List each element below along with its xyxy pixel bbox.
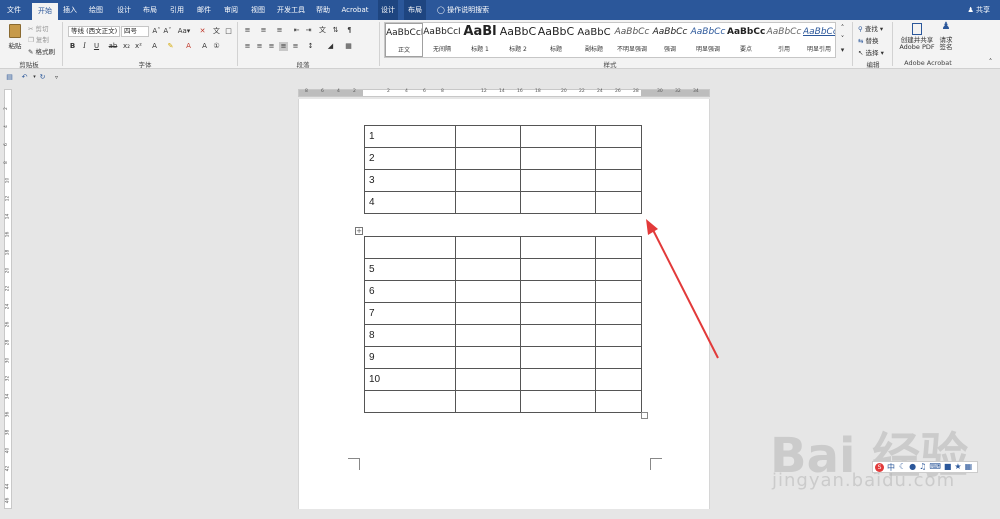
ime-tools-icon: ☾●♫⌨■★▦: [899, 462, 976, 471]
ime-toolbar[interactable]: S 中 ☾●♫⌨■★▦: [872, 461, 978, 473]
ime-mode-icon: 中: [887, 463, 895, 472]
ime-logo-icon: S: [875, 463, 884, 472]
baidu-watermark-url: jingyan.baidu.com: [772, 470, 956, 491]
